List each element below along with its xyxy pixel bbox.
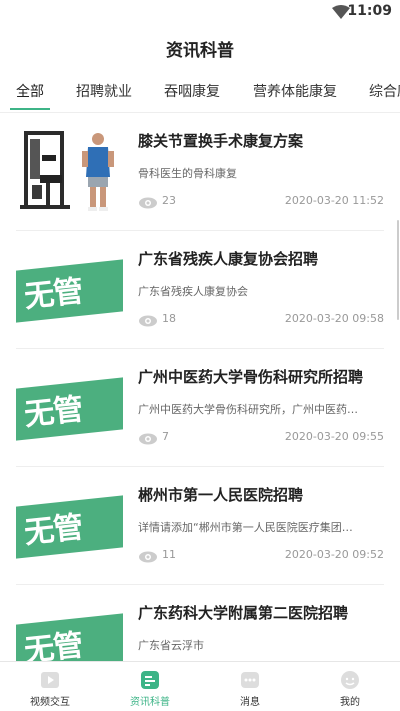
view-count: 11 [162,548,176,561]
eye-icon [139,433,157,445]
article-date: 2020-03-20 09:55 [284,430,384,443]
nav-label: 我的 [340,697,360,708]
article-item[interactable]: 无管 广东药科大学附属第二医院招聘 广东省云浮市 [0,585,400,661]
tab-swallowing-rehab[interactable]: 吞咽康复 [164,81,220,101]
article-date: 2020-03-20 09:58 [284,312,384,325]
article-description: 广东省云浮市 [138,639,204,652]
article-date: 2020-03-20 11:52 [284,194,384,207]
nav-label: 消息 [240,697,260,708]
nav-item-profile[interactable]: 我的 [300,662,400,711]
tab-nutrition-fitness-rehab[interactable]: 营养体能康复 [253,81,337,101]
article-title: 膝关节置换手术康复方案 [138,132,304,150]
tab-recruitment[interactable]: 招聘就业 [76,81,132,101]
article-thumbnail: 无管 [16,479,123,569]
article-title: 广东药科大学附属第二医院招聘 [138,604,349,622]
category-tabs: 全部 招聘就业 吞咽康复 营养体能康复 综合康 [0,72,400,112]
nav-item-messages[interactable]: 消息 [200,662,300,711]
article-thumbnail [16,125,123,215]
eye-icon [139,551,157,563]
view-count: 18 [162,312,176,325]
view-count: 23 [162,194,176,207]
article-item[interactable]: 无管 广州中医药大学骨伤科研究所招聘 广州中医药大学骨伤科研究所，广州中医药… … [0,349,400,467]
message-icon [241,672,259,688]
article-description: 广东省残疾人康复协会 [138,285,248,298]
wuguan-logo: 无管 [16,597,123,661]
eye-icon [139,315,157,327]
status-bar: 11:09 [0,0,400,24]
nav-item-news[interactable]: 资讯科普 [100,662,200,711]
profile-icon [341,671,359,689]
gym-photo [16,125,123,215]
news-icon [141,671,159,689]
article-description: 骨科医生的骨科康复 [138,167,237,180]
nav-label: 视频交互 [30,697,70,708]
tab-comprehensive-rehab[interactable]: 综合康 [369,81,400,101]
article-thumbnail: 无管 [16,243,123,333]
wuguan-logo: 无管 [16,479,123,569]
nav-item-video[interactable]: 视频交互 [0,662,100,711]
active-tab-indicator [10,108,50,110]
article-item[interactable]: 无管 广东省残疾人康复协会招聘 广东省残疾人康复协会 18 2020-03-20… [0,231,400,349]
article-list: 膝关节置换手术康复方案 骨科医生的骨科康复 23 2020-03-20 11:5… [0,113,400,661]
status-time: 11:09 [347,3,392,19]
article-title: 郴州市第一人民医院招聘 [138,486,304,504]
article-item[interactable]: 膝关节置换手术康复方案 骨科医生的骨科康复 23 2020-03-20 11:5… [0,113,400,231]
article-title: 广东省残疾人康复协会招聘 [138,250,319,268]
wuguan-logo: 无管 [16,243,123,333]
article-title: 广州中医药大学骨伤科研究所招聘 [138,368,364,386]
eye-icon [139,197,157,209]
article-description: 广州中医药大学骨伤科研究所，广州中医药… [138,403,358,416]
video-play-icon [41,672,59,688]
nav-label: 资讯科普 [130,697,170,708]
bottom-nav: 视频交互 资讯科普 消息 我的 [0,661,400,711]
article-date: 2020-03-20 09:52 [284,548,384,561]
wuguan-logo: 无管 [16,361,123,451]
article-thumbnail: 无管 [16,361,123,451]
scrollbar[interactable] [397,220,399,320]
article-thumbnail: 无管 [16,597,123,661]
tab-all[interactable]: 全部 [16,81,44,101]
article-item[interactable]: 无管 郴州市第一人民医院招聘 详情请添加“郴州市第一人民医院医疗集团… 11 2… [0,467,400,585]
page-title: 资讯科普 [166,41,234,61]
article-description: 详情请添加“郴州市第一人民医院医疗集团… [138,521,353,534]
view-count: 7 [162,430,169,443]
